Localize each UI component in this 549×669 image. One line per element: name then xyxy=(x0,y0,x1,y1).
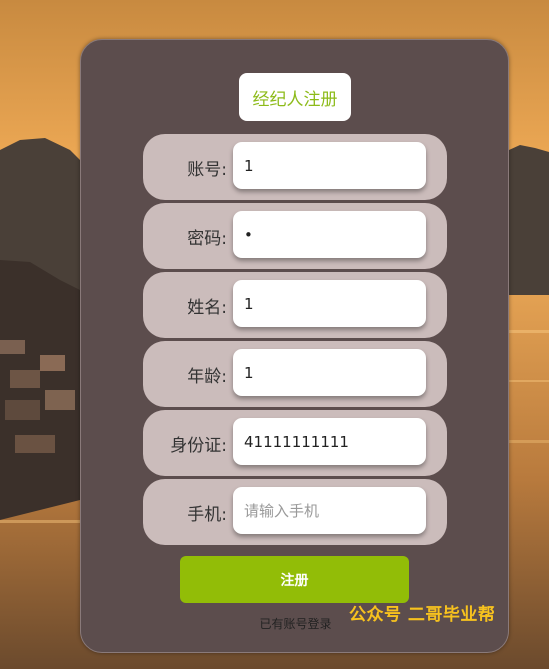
phone-input[interactable] xyxy=(233,487,426,534)
password-label: 密码: xyxy=(187,228,227,249)
age-label: 年龄: xyxy=(187,366,227,387)
watermark-text: 公众号 二哥毕业帮 xyxy=(349,605,496,625)
register-button[interactable]: 注册 xyxy=(180,556,409,603)
password-input[interactable] xyxy=(233,211,426,258)
row-age: 年龄: xyxy=(143,341,447,407)
form-title: 经纪人注册 xyxy=(239,73,351,121)
row-name: 姓名: xyxy=(143,272,447,338)
id-card-input[interactable] xyxy=(233,418,426,465)
account-label: 账号: xyxy=(187,159,227,180)
register-card: 经纪人注册 账号: 密码: 姓名: 年龄: 身份证: 手机: 注册 已有账号登录 xyxy=(80,39,509,653)
row-account: 账号: xyxy=(143,134,447,200)
name-label: 姓名: xyxy=(187,297,227,318)
account-input[interactable] xyxy=(233,142,426,189)
name-input[interactable] xyxy=(233,280,426,327)
age-input[interactable] xyxy=(233,349,426,396)
id-card-label: 身份证: xyxy=(170,435,227,456)
phone-label: 手机: xyxy=(187,504,227,525)
row-id-card: 身份证: xyxy=(143,410,447,476)
row-password: 密码: xyxy=(143,203,447,269)
row-phone: 手机: xyxy=(143,479,447,545)
